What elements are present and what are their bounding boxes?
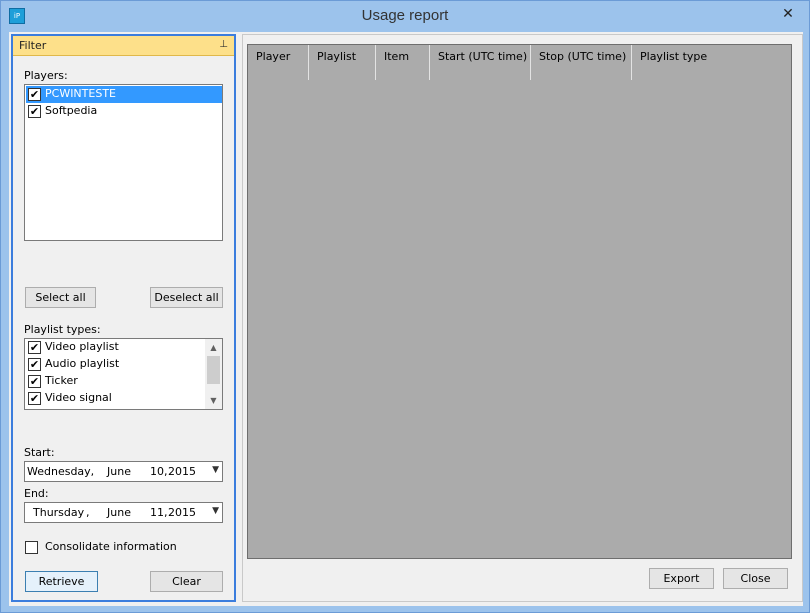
scroll-down-icon[interactable]: ▼ bbox=[205, 392, 222, 409]
scroll-thumb[interactable] bbox=[207, 356, 220, 384]
pin-icon[interactable]: ⊥ bbox=[219, 39, 228, 50]
players-list[interactable]: ✔ PCWINTESTE ✔ Softpedia bbox=[24, 84, 223, 241]
column-header[interactable]: Player bbox=[248, 45, 309, 80]
player-label: PCWINTESTE bbox=[45, 87, 116, 100]
window-title: Usage report bbox=[361, 7, 449, 24]
start-weekday: Wednesday, bbox=[27, 465, 95, 478]
checkbox[interactable]: ✔ bbox=[28, 358, 41, 371]
checkbox[interactable]: ✔ bbox=[28, 341, 41, 354]
filter-panel-header: Filter ⊥ bbox=[13, 36, 234, 56]
select-all-button[interactable]: Select all bbox=[25, 287, 96, 308]
player-label: Softpedia bbox=[45, 104, 98, 117]
scroll-up-icon[interactable]: ▲ bbox=[205, 339, 222, 356]
checkbox[interactable]: ✔ bbox=[28, 375, 41, 388]
usage-grid[interactable]: Player Playlist Item Start (UTC time) St… bbox=[247, 44, 792, 559]
consolidate-checkbox[interactable] bbox=[25, 541, 38, 554]
close-window-icon[interactable]: ✕ bbox=[778, 6, 798, 24]
end-year: 2015 bbox=[168, 506, 196, 519]
column-header[interactable]: Playlist bbox=[309, 45, 376, 80]
chevron-down-icon[interactable]: ▼ bbox=[212, 506, 219, 516]
checkbox[interactable]: ✔ bbox=[28, 392, 41, 405]
end-month: June bbox=[107, 506, 131, 519]
checkbox[interactable]: ✔ bbox=[28, 105, 41, 118]
playlist-types-list[interactable]: ✔ Video playlist ✔ Audio playlist ✔ Tick… bbox=[24, 338, 223, 410]
playlist-type-label: Video playlist bbox=[45, 340, 119, 353]
column-header[interactable]: Stop (UTC time) bbox=[531, 45, 632, 80]
filter-title: Filter bbox=[19, 39, 47, 52]
end-day: 11, bbox=[150, 506, 168, 519]
end-weekday: Thursday bbox=[33, 506, 85, 519]
column-header[interactable]: Item bbox=[376, 45, 430, 80]
client-area: Filter ⊥ Players: ✔ PCWINTESTE ✔ Softped… bbox=[9, 32, 803, 606]
list-item-player[interactable]: ✔ Softpedia bbox=[26, 103, 222, 120]
playlist-types-label: Playlist types: bbox=[24, 323, 101, 336]
list-item-playlist-type[interactable]: ✔ Video playlist bbox=[26, 339, 204, 356]
checkbox[interactable]: ✔ bbox=[28, 88, 41, 101]
deselect-all-button[interactable]: Deselect all bbox=[150, 287, 223, 308]
playlist-type-label: Video signal bbox=[45, 391, 112, 404]
retrieve-button[interactable]: Retrieve bbox=[25, 571, 98, 592]
players-label: Players: bbox=[24, 69, 68, 82]
list-item-playlist-type[interactable]: ✔ Ticker bbox=[26, 373, 204, 390]
export-button[interactable]: Export bbox=[649, 568, 714, 589]
playlist-type-label: Ticker bbox=[45, 374, 78, 387]
report-panel: Player Playlist Item Start (UTC time) St… bbox=[242, 34, 803, 602]
column-header[interactable]: Playlist type bbox=[632, 45, 725, 80]
column-header[interactable]: Start (UTC time) bbox=[430, 45, 531, 80]
title-bar[interactable]: iP Usage report ✕ bbox=[1, 1, 809, 32]
start-day: 10, bbox=[150, 465, 168, 478]
chevron-down-icon[interactable]: ▼ bbox=[212, 465, 219, 475]
playlist-type-label: Audio playlist bbox=[45, 357, 120, 370]
end-date-picker[interactable]: Thursday , June 11, 2015 ▼ bbox=[24, 502, 223, 523]
filter-panel: Filter ⊥ Players: ✔ PCWINTESTE ✔ Softped… bbox=[11, 34, 236, 602]
list-item-playlist-type[interactable]: ✔ Audio playlist bbox=[26, 356, 204, 373]
clear-button[interactable]: Clear bbox=[150, 571, 223, 592]
start-label: Start: bbox=[24, 446, 55, 459]
usage-report-window: iP Usage report ✕ Filter ⊥ Players: ✔ PC… bbox=[0, 0, 810, 613]
playlist-types-scrollbar[interactable]: ▲ ▼ bbox=[205, 339, 222, 409]
start-month: June bbox=[107, 465, 131, 478]
close-button[interactable]: Close bbox=[723, 568, 788, 589]
end-separator: , bbox=[86, 506, 90, 519]
list-item-playlist-type[interactable]: ✔ Video signal bbox=[26, 390, 204, 407]
list-item-player[interactable]: ✔ PCWINTESTE bbox=[26, 86, 222, 103]
start-year: 2015 bbox=[168, 465, 196, 478]
end-label: End: bbox=[24, 487, 49, 500]
consolidate-label: Consolidate information bbox=[45, 540, 177, 553]
start-date-picker[interactable]: Wednesday, June 10, 2015 ▼ bbox=[24, 461, 223, 482]
